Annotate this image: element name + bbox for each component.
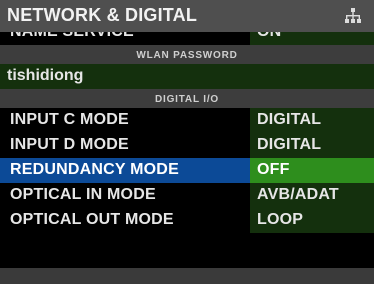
- row-value-cell[interactable]: OFF: [250, 158, 374, 183]
- row-value: OFF: [257, 161, 290, 178]
- list-row-input-d-mode[interactable]: INPUT D MODE DIGITAL: [0, 133, 374, 158]
- row-value: DIGITAL: [257, 111, 322, 128]
- row-label: OPTICAL OUT MODE: [10, 211, 174, 228]
- row-label: INPUT D MODE: [10, 136, 129, 153]
- row-value: LOOP: [257, 211, 304, 228]
- page-title: NETWORK & DIGITAL: [7, 5, 198, 25]
- row-value: DIGITAL: [257, 136, 322, 153]
- row-label: INPUT C MODE: [10, 111, 129, 128]
- title-bar: NETWORK & DIGITAL: [0, 0, 374, 32]
- row-value-cell[interactable]: LOOP: [250, 208, 374, 233]
- wlan-password-field[interactable]: tishidiong: [0, 64, 374, 89]
- row-value-cell[interactable]: ON: [250, 32, 374, 45]
- settings-list[interactable]: NAME SERVICE ON WLAN PASSWORD tishidiong…: [0, 32, 374, 284]
- row-value: ON: [257, 32, 281, 41]
- list-row-name-service[interactable]: NAME SERVICE ON: [0, 32, 374, 45]
- row-value-cell[interactable]: AVB/ADAT: [250, 183, 374, 208]
- row-label: OPTICAL IN MODE: [10, 186, 156, 203]
- list-row-optical-out-mode[interactable]: OPTICAL OUT MODE LOOP: [0, 208, 374, 233]
- wlan-password-value: tishidiong: [7, 67, 84, 84]
- list-row-optical-in-mode[interactable]: OPTICAL IN MODE AVB/ADAT: [0, 183, 374, 208]
- row-value: AVB/ADAT: [257, 186, 339, 203]
- row-label: REDUNDANCY MODE: [10, 161, 179, 178]
- section-header-label: WLAN PASSWORD: [136, 50, 238, 61]
- row-label: NAME SERVICE: [10, 32, 134, 41]
- bottom-bar: [0, 268, 374, 284]
- row-value-cell[interactable]: DIGITAL: [250, 133, 374, 158]
- section-header-digital-io: DIGITAL I/O: [0, 89, 374, 108]
- list-row-input-c-mode[interactable]: INPUT C MODE DIGITAL: [0, 108, 374, 133]
- section-header-wlan: WLAN PASSWORD: [0, 45, 374, 64]
- list-row-redundancy-mode[interactable]: REDUNDANCY MODE OFF: [0, 158, 374, 183]
- row-value-cell[interactable]: DIGITAL: [250, 108, 374, 133]
- network-icon: [345, 8, 361, 23]
- section-header-label: DIGITAL I/O: [155, 94, 219, 105]
